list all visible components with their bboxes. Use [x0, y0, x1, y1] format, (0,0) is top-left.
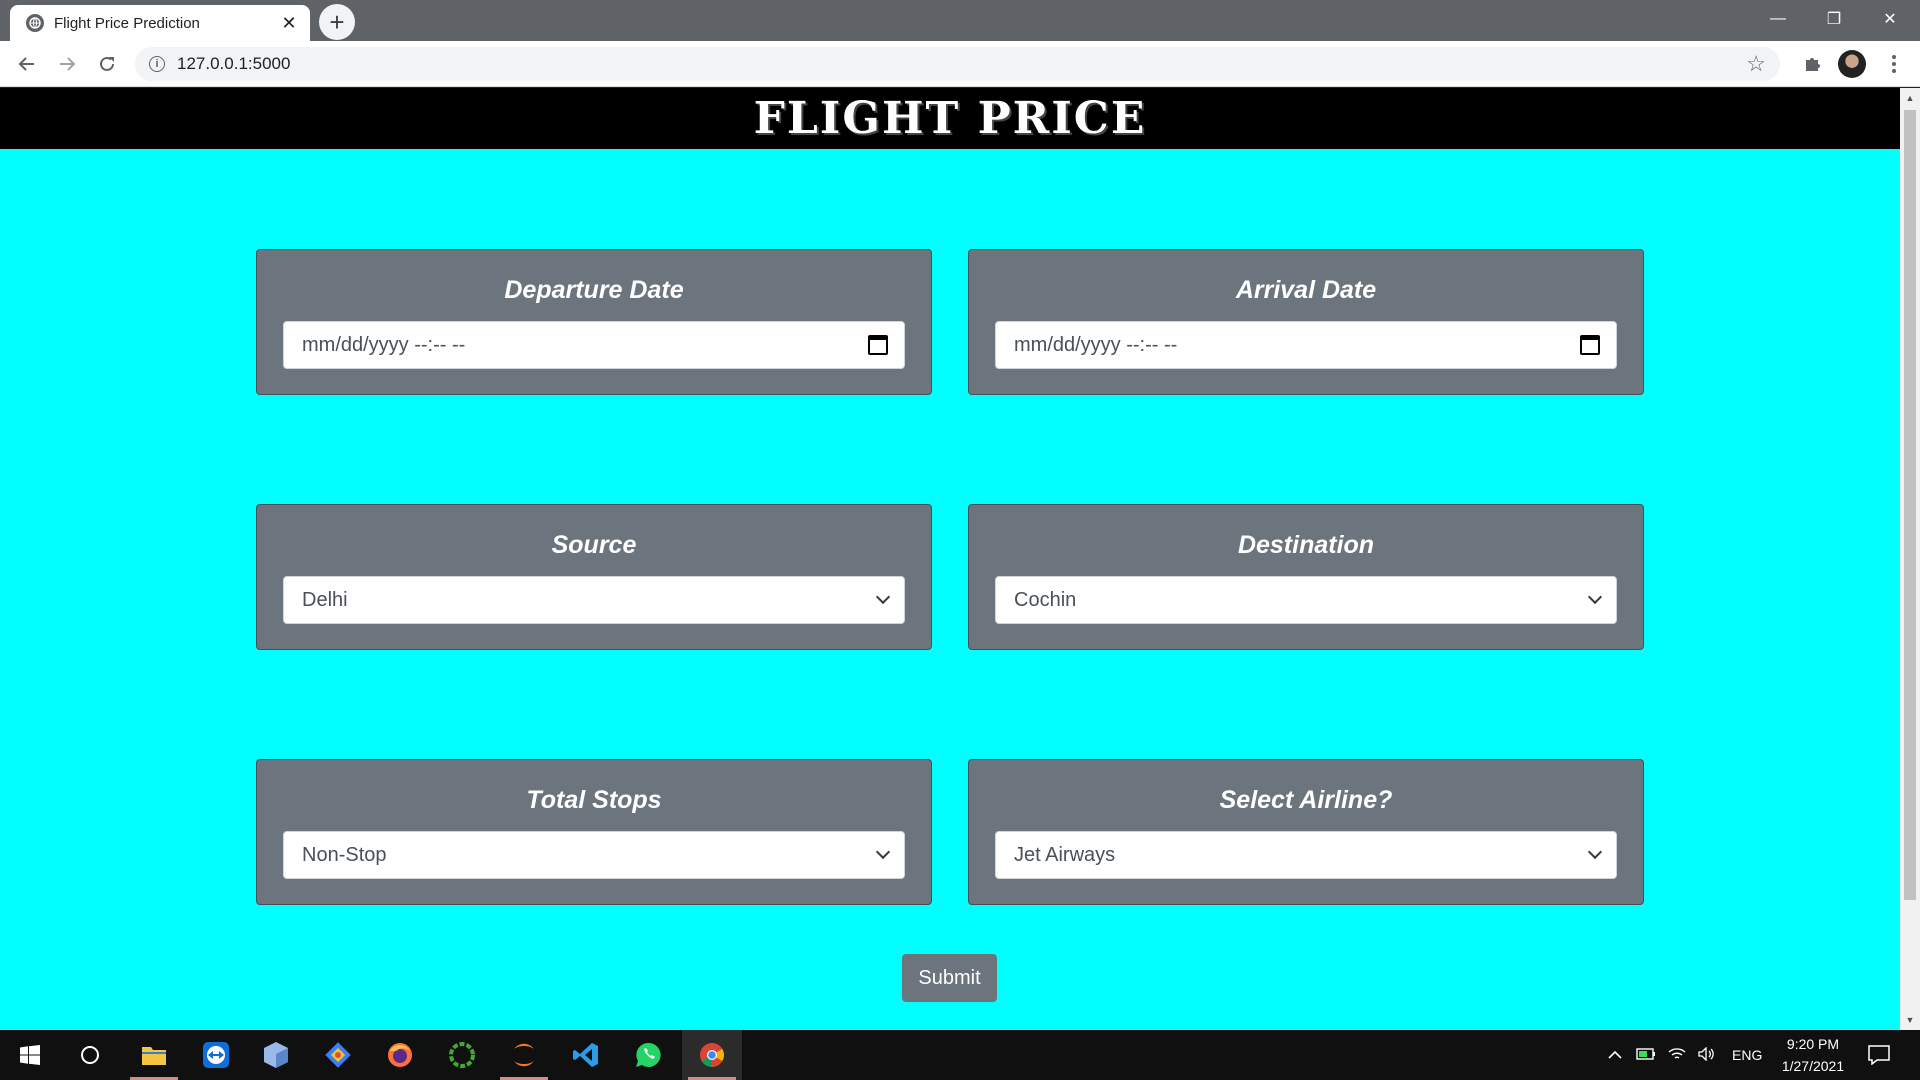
- new-tab-button[interactable]: +: [319, 4, 355, 40]
- close-window-button[interactable]: ✕: [1862, 0, 1918, 38]
- departure-date-value: mm/dd/yyyy --:-- --: [302, 333, 466, 356]
- destination-label: Destination: [1237, 531, 1375, 559]
- page-title: FLIGHT PRICE: [753, 93, 1147, 144]
- source-card: Source Delhi: [256, 504, 932, 650]
- info-icon[interactable]: i: [149, 56, 165, 72]
- url-text: 127.0.0.1:5000: [177, 54, 291, 73]
- volume-icon[interactable]: [1698, 1045, 1716, 1064]
- calendar-icon[interactable]: [868, 335, 888, 355]
- bookmark-star-icon[interactable]: ☆: [1746, 51, 1766, 77]
- source-selected-value: Delhi: [302, 588, 348, 611]
- cortana-search-icon[interactable]: [60, 1030, 120, 1080]
- submit-button[interactable]: Submit: [902, 954, 997, 1002]
- scroll-down-icon[interactable]: ▼: [1904, 1014, 1916, 1026]
- source-label: Source: [551, 531, 637, 559]
- arrival-card: Arrival Date mm/dd/yyyy --:-- --: [968, 249, 1644, 395]
- airline-label: Select Airline?: [1219, 786, 1393, 814]
- globe-icon: [26, 14, 44, 32]
- destination-selected-value: Cochin: [1014, 588, 1077, 611]
- stops-card: Total Stops Non-Stop: [256, 759, 932, 905]
- whatsapp-icon[interactable]: [618, 1030, 678, 1080]
- stops-select[interactable]: Non-Stop: [283, 831, 905, 879]
- stops-label: Total Stops: [526, 786, 662, 814]
- firefox-icon[interactable]: [370, 1030, 430, 1080]
- chevron-down-icon: [1587, 844, 1603, 860]
- windows-taskbar: ENG 9:20 PM 1/27/2021: [0, 1030, 1920, 1080]
- chevron-down-icon: [875, 844, 891, 860]
- scroll-thumb[interactable]: [1904, 110, 1916, 900]
- page-scrollbar[interactable]: ▲ ▼: [1900, 88, 1920, 1030]
- clock[interactable]: 9:20 PM 1/27/2021: [1768, 1033, 1858, 1077]
- calendar-icon[interactable]: [1580, 335, 1600, 355]
- chrome-icon[interactable]: [682, 1030, 742, 1080]
- notification-icon[interactable]: [1868, 1030, 1890, 1080]
- system-tray: ENG: [1608, 1030, 1762, 1080]
- close-tab-icon[interactable]: ✕: [280, 13, 298, 33]
- browser-tab[interactable]: Flight Price Prediction ✕: [10, 5, 310, 41]
- stops-selected-value: Non-Stop: [302, 843, 387, 866]
- departure-date-input[interactable]: mm/dd/yyyy --:-- --: [283, 321, 905, 369]
- profile-avatar[interactable]: [1838, 50, 1866, 78]
- clock-date: 1/27/2021: [1781, 1058, 1845, 1074]
- jupyter-icon[interactable]: [494, 1030, 554, 1080]
- browser-toolbar: i 127.0.0.1:5000 ☆: [0, 41, 1920, 87]
- file-explorer-icon[interactable]: [124, 1030, 184, 1080]
- departure-label: Departure Date: [504, 276, 684, 304]
- virtualbox-icon[interactable]: [246, 1030, 306, 1080]
- arrival-label: Arrival Date: [1235, 276, 1377, 304]
- destination-card: Destination Cochin: [968, 504, 1644, 650]
- minimize-button[interactable]: —: [1750, 0, 1806, 38]
- teamviewer-icon[interactable]: [186, 1030, 246, 1080]
- wifi-icon[interactable]: [1668, 1047, 1686, 1064]
- extensions-puzzle-icon[interactable]: [1796, 48, 1828, 80]
- anaconda-icon[interactable]: [432, 1030, 492, 1080]
- reload-icon[interactable]: [91, 48, 123, 80]
- tab-title: Flight Price Prediction: [54, 14, 200, 32]
- clock-time: 9:20 PM: [1786, 1036, 1840, 1052]
- back-arrow-icon[interactable]: [11, 48, 43, 80]
- page-header: FLIGHT PRICE: [0, 88, 1900, 149]
- forward-arrow-icon[interactable]: [51, 48, 83, 80]
- vscode-icon[interactable]: [556, 1030, 616, 1080]
- chevron-down-icon: [875, 589, 891, 605]
- chevron-up-icon[interactable]: [1608, 1047, 1622, 1063]
- departure-card: Departure Date mm/dd/yyyy --:-- --: [256, 249, 932, 395]
- airline-select[interactable]: Jet Airways: [995, 831, 1617, 879]
- arrival-date-input[interactable]: mm/dd/yyyy --:-- --: [995, 321, 1617, 369]
- source-select[interactable]: Delhi: [283, 576, 905, 624]
- kebab-menu-icon[interactable]: [1878, 48, 1910, 80]
- address-bar[interactable]: i 127.0.0.1:5000 ☆: [135, 47, 1780, 81]
- battery-icon[interactable]: [1636, 1047, 1656, 1063]
- page-viewport: FLIGHT PRICE Departure Date mm/dd/yyyy -…: [0, 88, 1900, 1030]
- language-indicator[interactable]: ENG: [1732, 1047, 1762, 1063]
- airline-card: Select Airline? Jet Airways: [968, 759, 1644, 905]
- restore-button[interactable]: ❐: [1806, 0, 1862, 38]
- destination-select[interactable]: Cochin: [995, 576, 1617, 624]
- git-icon[interactable]: [308, 1030, 368, 1080]
- browser-tabstrip: Flight Price Prediction ✕ + — ❐ ✕: [0, 0, 1920, 41]
- windows-start-icon[interactable]: [0, 1030, 60, 1080]
- scroll-up-icon[interactable]: ▲: [1904, 92, 1916, 104]
- chevron-down-icon: [1587, 589, 1603, 605]
- arrival-date-value: mm/dd/yyyy --:-- --: [1014, 333, 1178, 356]
- airline-selected-value: Jet Airways: [1014, 843, 1116, 866]
